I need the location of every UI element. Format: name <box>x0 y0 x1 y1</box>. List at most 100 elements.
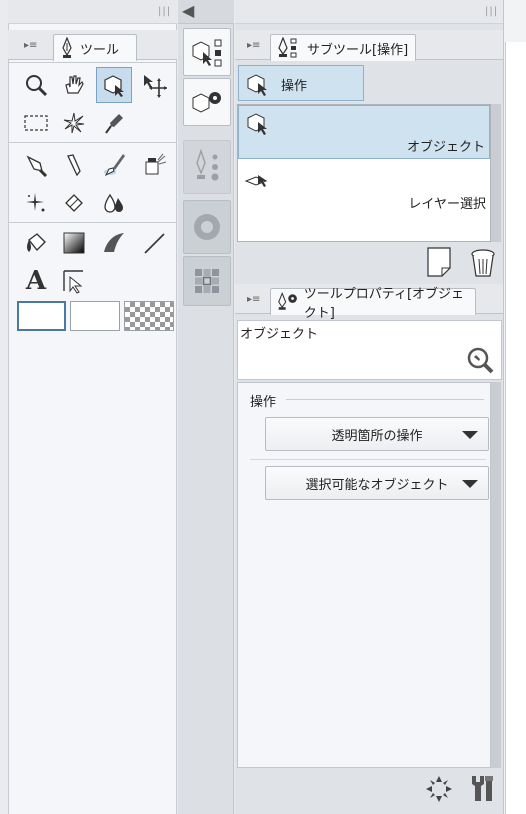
property-panel-header: ▸≡ ツールプロパティ[オブジェクト] <box>235 284 503 321</box>
property-panel-menu-icon[interactable]: ▸≡ <box>247 294 260 305</box>
frame-border-icon <box>104 233 124 252</box>
dropdown-label: 選択可能なオブジェクト <box>305 477 449 493</box>
tool-panel-grip[interactable]: ||| <box>8 0 177 24</box>
pen-nib-icon <box>62 37 72 58</box>
object-group-icon <box>247 74 267 96</box>
blend-tool[interactable] <box>96 185 132 221</box>
dropdown-label: 透明箇所の操作 <box>331 428 423 444</box>
eraser-tool[interactable] <box>56 185 92 221</box>
airbrush-icon <box>145 153 167 175</box>
tool-property-panel-icon <box>192 92 221 113</box>
dropdown-arrow-icon <box>462 480 478 488</box>
auto-select-tool[interactable] <box>56 105 92 141</box>
main-color-swatch[interactable] <box>17 301 66 331</box>
move-layer-icon <box>144 75 167 98</box>
grip-icon-right[interactable]: ||| <box>485 6 498 17</box>
brush-size-icon <box>196 148 219 181</box>
selectable-objects-dropdown[interactable]: 選択可能なオブジェクト <box>265 466 489 500</box>
right-panel-grip[interactable]: ||| <box>235 0 503 24</box>
current-tool-name: オブジェクト <box>240 327 319 342</box>
fill-icon <box>27 233 46 252</box>
section-label: 操作 <box>250 395 277 410</box>
gradient-tool[interactable] <box>56 225 92 261</box>
collapse-arrow-icon[interactable]: ◀ <box>182 1 194 20</box>
brush-size-button[interactable] <box>183 140 231 194</box>
magnify-settings-icon[interactable] <box>465 345 495 375</box>
subtool-item-object[interactable]: オブジェクト <box>238 105 490 159</box>
fill-tool[interactable] <box>18 225 54 261</box>
grip-icon[interactable]: ||| <box>158 6 171 17</box>
section-divider <box>286 399 484 400</box>
sub-color-swatch[interactable] <box>70 301 120 331</box>
subtool-panel-header: ▸≡ サブツール[操作] <box>235 30 503 61</box>
tool-property-button[interactable] <box>183 78 231 126</box>
transparent-operation-dropdown[interactable]: 透明箇所の操作 <box>265 417 489 451</box>
eyedropper-icon <box>105 114 123 134</box>
eraser-icon <box>65 194 83 212</box>
current-tool-box: オブジェクト <box>237 320 502 380</box>
tab-tool-label: ツール <box>80 42 120 58</box>
eyedropper-tool[interactable] <box>96 105 132 141</box>
decoration-icon <box>26 193 45 212</box>
zoom-tool[interactable] <box>18 67 54 103</box>
tool-group-fill: A <box>8 222 176 302</box>
pen-icon <box>26 155 48 177</box>
figure-line-tool[interactable] <box>136 225 172 261</box>
tab-subtool[interactable]: サブツール[操作] <box>270 34 416 61</box>
transparent-color-swatch[interactable] <box>124 301 174 331</box>
subtool-panel-button[interactable] <box>183 28 231 76</box>
dropdown-arrow-icon <box>462 431 478 439</box>
subtool-item-label: オブジェクト <box>406 140 485 155</box>
tab-tool-property[interactable]: ツールプロパティ[オブジェクト] <box>270 287 476 321</box>
delete-subtool-icon[interactable] <box>470 246 496 278</box>
property-scrollbar[interactable] <box>491 382 501 768</box>
color-wheel-button[interactable] <box>183 200 231 254</box>
tab-subtool-label: サブツール[操作] <box>307 42 409 58</box>
tab-tool[interactable]: ツール <box>53 34 137 61</box>
subtool-scrollbar[interactable] <box>491 104 501 242</box>
wrench-settings-icon[interactable] <box>466 772 498 804</box>
hand-tool[interactable] <box>56 67 92 103</box>
operation-arrow-tool[interactable] <box>56 263 92 299</box>
color-set-button[interactable] <box>183 256 231 306</box>
color-wheel-icon <box>194 214 220 240</box>
subtool-panel-menu-icon[interactable]: ▸≡ <box>247 40 260 51</box>
new-subtool-icon[interactable] <box>426 246 452 278</box>
object-icon <box>104 75 124 97</box>
subtool-item-label: レイヤー選択 <box>408 197 486 212</box>
panel-icon-strip: ◀ <box>178 0 234 814</box>
pencil-tool[interactable] <box>56 147 92 183</box>
text-tool[interactable]: A <box>18 263 54 299</box>
airbrush-tool[interactable] <box>136 147 172 183</box>
panel-menu-icon[interactable]: ▸≡ <box>24 40 37 51</box>
canvas-area[interactable] <box>505 42 526 814</box>
zoom-icon <box>26 75 48 97</box>
reset-initial-icon[interactable] <box>424 774 454 804</box>
selection-marquee-icon <box>24 115 48 131</box>
subtool-list: オブジェクト レイヤー選択 <box>237 104 491 242</box>
hand-icon <box>65 75 84 94</box>
subtool-group-label: 操作 <box>281 79 308 94</box>
tool-group-draw <box>8 142 176 222</box>
object-tool[interactable] <box>96 67 132 103</box>
subtool-tab-icon <box>278 37 297 58</box>
auto-select-icon <box>63 112 85 134</box>
subtool-item-layer-select[interactable]: レイヤー選択 <box>238 161 490 215</box>
tool-property-tab-icon <box>278 291 297 310</box>
subtool-panel-icon <box>192 39 222 67</box>
object-subtool-icon <box>247 113 267 135</box>
decoration-tool[interactable] <box>18 185 54 221</box>
subtool-group-button[interactable]: 操作 <box>238 65 364 101</box>
selection-tool[interactable] <box>18 105 54 141</box>
move-layer-tool[interactable] <box>136 67 172 103</box>
frame-border-tool[interactable] <box>96 225 132 261</box>
layer-select-icon <box>244 175 268 187</box>
brush-tool[interactable] <box>96 147 132 183</box>
color-set-icon <box>195 269 219 293</box>
pen-tool[interactable] <box>18 147 54 183</box>
operation-arrow-icon <box>63 270 83 294</box>
figure-line-icon <box>144 233 165 254</box>
property-list: 操作 透明箇所の操作 選択可能なオブジェクト <box>237 382 491 768</box>
strip-grip[interactable]: ◀ <box>178 0 234 24</box>
brush-icon <box>104 154 125 177</box>
